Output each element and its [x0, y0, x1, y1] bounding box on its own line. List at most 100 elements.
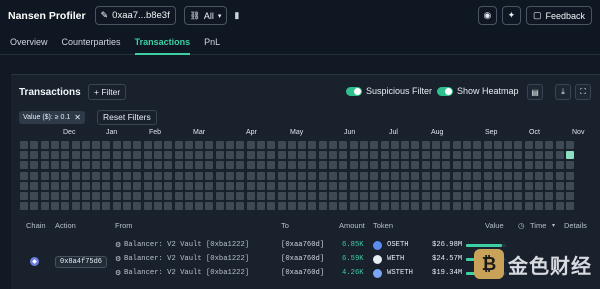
heatmap-cell[interactable] — [71, 161, 80, 170]
heatmap-cell[interactable] — [102, 202, 111, 211]
heatmap-cell[interactable] — [30, 161, 39, 170]
heatmap-cell[interactable] — [401, 181, 410, 190]
heatmap-cell[interactable] — [349, 192, 358, 200]
heatmap-cell[interactable] — [226, 151, 234, 160]
heatmap-cell[interactable] — [112, 171, 121, 180]
heatmap-cell[interactable] — [123, 181, 131, 190]
heatmap-cell[interactable] — [246, 141, 255, 149]
heatmap-cell[interactable] — [555, 192, 564, 200]
heatmap-cell[interactable] — [287, 181, 296, 190]
token-symbol[interactable]: WSTETH — [387, 267, 413, 279]
address-selector[interactable]: ✎ 0xaa7...b8e3f — [94, 6, 176, 25]
heatmap-cell[interactable] — [401, 161, 410, 170]
heatmap-cell[interactable] — [555, 202, 564, 211]
heatmap-cell[interactable] — [359, 161, 368, 170]
heatmap-cell[interactable] — [267, 141, 276, 149]
heatmap-cell[interactable] — [565, 181, 574, 190]
heatmap-cell[interactable] — [102, 171, 111, 180]
heatmap-cell[interactable] — [462, 161, 471, 170]
heatmap-cell[interactable] — [256, 202, 265, 211]
heatmap-cell[interactable] — [432, 161, 440, 170]
heatmap-cell[interactable] — [184, 171, 193, 180]
sort-icon[interactable]: ▾ — [552, 222, 555, 229]
close-icon[interactable]: ✕ — [74, 113, 81, 122]
heatmap-cell[interactable] — [370, 141, 379, 149]
heatmap-cell[interactable] — [535, 161, 543, 170]
heatmap-cell[interactable] — [40, 202, 49, 211]
heatmap-cell[interactable] — [236, 192, 245, 200]
heatmap-cell[interactable] — [226, 141, 234, 149]
heatmap-cell[interactable] — [20, 181, 28, 190]
heatmap-cell[interactable] — [473, 192, 482, 200]
heatmap-cell[interactable] — [524, 141, 533, 149]
heatmap-cell[interactable] — [565, 171, 574, 180]
heatmap-cell[interactable] — [318, 171, 327, 180]
to-address-link[interactable]: [0xaa760d] — [281, 239, 324, 251]
heatmap-cell[interactable] — [30, 181, 39, 190]
heatmap-cell[interactable] — [432, 192, 440, 200]
heatmap-cell[interactable] — [390, 171, 399, 180]
heatmap-cell[interactable] — [102, 141, 111, 149]
heatmap-cell[interactable] — [174, 151, 183, 160]
heatmap-cell[interactable] — [329, 192, 337, 200]
heatmap-cell[interactable] — [370, 161, 379, 170]
heatmap-cell[interactable] — [112, 202, 121, 211]
heatmap-cell[interactable] — [267, 202, 276, 211]
heatmap-cell[interactable] — [535, 181, 543, 190]
heatmap-cell[interactable] — [401, 171, 410, 180]
heatmap-cell[interactable] — [359, 171, 368, 180]
heatmap-cell[interactable] — [277, 202, 286, 211]
heatmap-cell[interactable] — [50, 171, 59, 180]
heatmap-cell[interactable] — [133, 202, 142, 211]
heatmap-cell[interactable] — [339, 171, 348, 180]
heatmap-cell[interactable] — [555, 161, 564, 170]
heatmap-cell[interactable] — [421, 161, 430, 170]
heatmap-cell[interactable] — [473, 171, 482, 180]
token-symbol[interactable]: WETH — [387, 253, 404, 265]
heatmap-cell[interactable] — [462, 171, 471, 180]
heatmap-cell[interactable] — [504, 181, 513, 190]
heatmap-cell[interactable] — [133, 181, 142, 190]
heatmap-cell[interactable] — [143, 151, 152, 160]
heatmap-cell[interactable] — [565, 202, 574, 211]
heatmap-cell[interactable] — [421, 202, 430, 211]
heatmap-cell[interactable] — [535, 192, 543, 200]
heatmap-cell[interactable] — [133, 192, 142, 200]
heatmap-cell[interactable] — [267, 171, 276, 180]
heatmap-cell[interactable] — [153, 192, 162, 200]
heatmap-cell[interactable] — [535, 202, 543, 211]
heatmap-cell[interactable] — [61, 202, 70, 211]
heatmap-cell[interactable] — [20, 202, 28, 211]
heatmap-cell[interactable] — [493, 161, 502, 170]
heatmap-cell[interactable] — [143, 161, 152, 170]
heatmap-cell[interactable] — [329, 151, 337, 160]
heatmap-cell[interactable] — [308, 151, 317, 160]
heatmap-cell[interactable] — [545, 192, 554, 200]
heatmap-cell[interactable] — [329, 161, 337, 170]
heatmap-cell[interactable] — [195, 151, 204, 160]
heatmap-cell[interactable] — [432, 181, 440, 190]
heatmap-cell[interactable] — [432, 151, 440, 160]
heatmap-cell[interactable] — [370, 192, 379, 200]
table-view-button[interactable]: ▤ — [527, 84, 543, 100]
heatmap-cell[interactable] — [123, 202, 131, 211]
heatmap-cell[interactable] — [153, 161, 162, 170]
heatmap-cell[interactable] — [514, 192, 523, 200]
heatmap-cell[interactable] — [92, 151, 101, 160]
heatmap-cell[interactable] — [545, 202, 554, 211]
heatmap-cell[interactable] — [215, 141, 224, 149]
heatmap-cell[interactable] — [287, 202, 296, 211]
watch-button[interactable]: ◉ — [477, 6, 497, 25]
heatmap-cell[interactable] — [493, 171, 502, 180]
heatmap-cell[interactable] — [174, 192, 183, 200]
heatmap-cell[interactable] — [112, 141, 121, 149]
heatmap-cell[interactable] — [256, 151, 265, 160]
heatmap-cell[interactable] — [277, 181, 286, 190]
heatmap-cell[interactable] — [442, 202, 451, 211]
heatmap-cell[interactable] — [20, 192, 28, 200]
heatmap-cell[interactable] — [504, 202, 513, 211]
heatmap-cell[interactable] — [153, 151, 162, 160]
heatmap-cell[interactable] — [133, 171, 142, 180]
heatmap-cell[interactable] — [143, 181, 152, 190]
heatmap-cell[interactable] — [411, 181, 420, 190]
